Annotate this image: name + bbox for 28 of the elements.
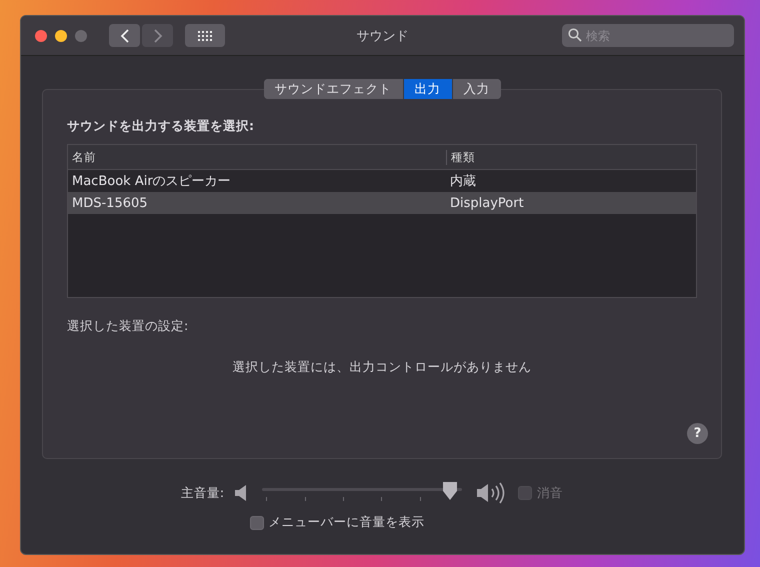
- column-header[interactable]: 種類: [446, 150, 696, 164]
- chevron-right-icon: [152, 28, 162, 42]
- close-button[interactable]: [35, 30, 47, 42]
- checkbox[interactable]: [250, 516, 264, 530]
- speaker-icon: [234, 484, 248, 502]
- mute-label: 消音: [537, 484, 564, 502]
- grid-icon: [197, 30, 213, 42]
- section-heading: 選択した装置の設定:: [67, 318, 190, 335]
- column-header[interactable]: 名前: [68, 150, 446, 164]
- show-all-button[interactable]: [185, 24, 225, 47]
- device-name: MDS-15605: [71, 196, 149, 210]
- slider-thumb[interactable]: [442, 481, 458, 501]
- info-message: 選択した装置には、出力コントロールがありません: [232, 359, 532, 376]
- device-type: DisplayPort: [449, 196, 525, 210]
- minimize-button[interactable]: [55, 30, 67, 42]
- volume-label: 主音量:: [180, 484, 224, 502]
- tab[interactable]: 入力: [452, 79, 500, 99]
- device-name: MacBook Airのスピーカー: [71, 173, 232, 190]
- chevron-left-icon: [120, 28, 130, 42]
- window-title: サウンド: [356, 28, 408, 44]
- help-button[interactable]: ?: [687, 423, 708, 444]
- tab[interactable]: 出力: [402, 79, 452, 99]
- section-heading: サウンドを出力する装置を選択:: [67, 118, 255, 135]
- device-row[interactable]: MDS-15605 DisplayPort: [68, 192, 696, 214]
- checkbox-label: メニューバーに音量を表示: [268, 514, 424, 531]
- search-icon: [568, 28, 582, 42]
- back-button[interactable]: [109, 24, 140, 47]
- device-type: 内蔵: [449, 173, 477, 190]
